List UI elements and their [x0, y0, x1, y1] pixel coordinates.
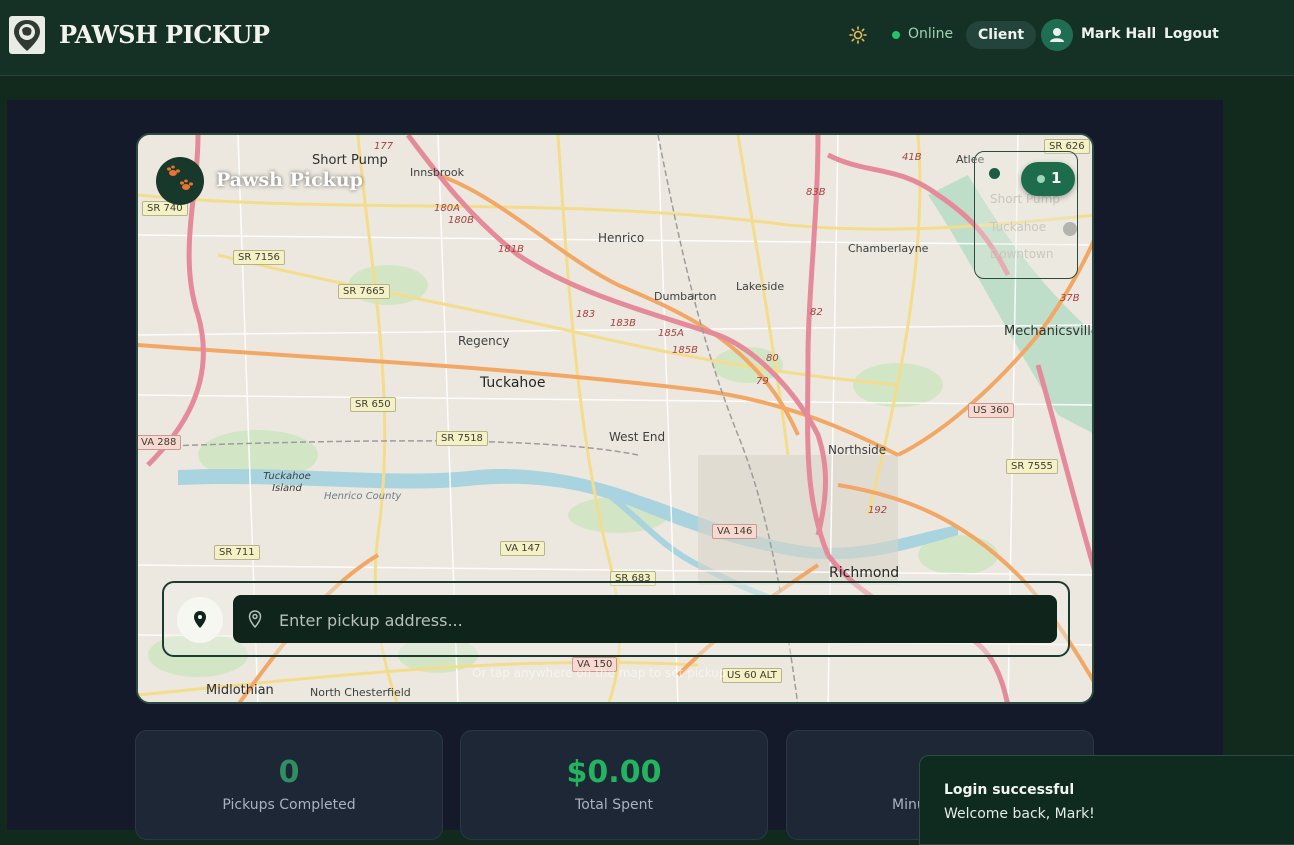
exit-label: 185A	[658, 328, 684, 339]
exit-label: 37B	[1060, 293, 1080, 304]
pickup-search-bar	[162, 581, 1070, 657]
exit-label: 183	[576, 309, 596, 320]
exit-label: 180B	[448, 215, 474, 226]
toast-title: Login successful	[944, 782, 1075, 798]
map-label-mechanicsville: Mechanicsville	[1004, 324, 1094, 339]
map-label-north-chesterfield: North Chesterfield	[310, 686, 411, 699]
map-label-chamberlayne: Chamberlayne	[848, 242, 929, 255]
map-label-northside: Northside	[828, 443, 887, 457]
road-shield: SR 650	[350, 397, 396, 412]
top-nav-bar: PAWSH PICKUP Online Client Mark Hall Log…	[0, 0, 1294, 76]
road-shield: VA 147	[500, 541, 546, 556]
driver-count: 1	[1051, 169, 1062, 187]
locate-button[interactable]	[177, 597, 223, 643]
stat-value: $0.00	[566, 755, 662, 790]
location-pin-icon	[248, 610, 262, 629]
stat-label: Total Spent	[575, 797, 653, 813]
paw-logo-icon	[156, 157, 204, 205]
zone-item-downtown[interactable]: Downtown	[990, 247, 1053, 261]
map-label-tuckahoe-island: Tuckahoe Island	[263, 471, 311, 494]
count-dot	[1037, 175, 1045, 183]
pickup-address-input[interactable]	[277, 595, 1041, 645]
road-shield: US 60 ALT	[722, 668, 782, 683]
road-shield: SR 7518	[436, 431, 488, 446]
user-avatar-icon[interactable]	[1041, 19, 1073, 51]
exit-label: 183B	[610, 318, 636, 329]
exit-label: 192	[868, 505, 888, 516]
zone-status-dot	[989, 168, 1000, 179]
road-shield: SR 711	[214, 545, 260, 560]
map-label-richmond: Richmond	[829, 565, 900, 581]
stat-value: 0	[278, 755, 300, 790]
zone-item-tuckahoe[interactable]: Tuckahoe	[990, 220, 1046, 234]
map-label-short-pump: Short Pump	[312, 153, 388, 168]
exit-label: 82	[810, 307, 823, 318]
driver-count-badge[interactable]: 1	[1021, 162, 1075, 196]
pickup-map[interactable]: Short Pump Innsbrook Henrico Dumbarton L…	[136, 133, 1094, 704]
map-label-henrico-county: Henrico County	[324, 491, 402, 502]
exit-label: 181B	[498, 244, 524, 255]
map-label-henrico: Henrico	[598, 231, 645, 245]
stat-label: Pickups Completed	[222, 797, 356, 813]
search-field[interactable]	[233, 595, 1057, 645]
map-brand-title: Pawsh Pickup	[216, 169, 363, 191]
map-tap-hint: Or tap anywhere on the map to set pickup	[472, 666, 727, 680]
online-status-label: Online	[908, 26, 954, 42]
exit-label: 80	[766, 353, 779, 364]
logo-icon[interactable]	[9, 16, 45, 54]
map-label-regency: Regency	[458, 334, 510, 348]
role-badge: Client	[966, 21, 1037, 49]
zone-marker-icon	[1063, 222, 1077, 236]
toast-message: Welcome back, Mark!	[944, 806, 1095, 822]
map-label-tuckahoe: Tuckahoe	[480, 375, 546, 391]
road-shield: SR 7156	[233, 250, 285, 265]
brand-title[interactable]: PAWSH PICKUP	[59, 20, 270, 49]
map-label-lakeside: Lakeside	[736, 280, 785, 293]
exit-label: 41B	[902, 152, 922, 163]
online-status-dot	[892, 31, 900, 39]
map-label-west-end: West End	[609, 430, 666, 444]
exit-label: 177	[374, 141, 394, 152]
road-shield: US 360	[968, 403, 1014, 418]
exit-label: 83B	[806, 187, 826, 198]
logout-button[interactable]: Logout	[1164, 26, 1219, 42]
exit-label: 79	[756, 376, 769, 387]
road-shield: VA 288	[138, 435, 182, 450]
stat-card-spent: $0.00 Total Spent	[460, 730, 768, 840]
user-name[interactable]: Mark Hall	[1081, 26, 1156, 42]
exit-label: 180A	[434, 203, 460, 214]
map-label-midlothian: Midlothian	[206, 683, 274, 698]
stat-card-pickups: 0 Pickups Completed	[135, 730, 443, 840]
theme-toggle-sun-icon[interactable]	[849, 26, 867, 44]
map-pin-icon	[194, 611, 206, 628]
road-shield: SR 7555	[1006, 459, 1058, 474]
exit-label: 185B	[672, 345, 698, 356]
road-shield: SR 7665	[338, 284, 390, 299]
login-toast[interactable]: Login successful Welcome back, Mark!	[919, 755, 1294, 845]
map-label-dumbarton: Dumbarton	[654, 290, 717, 303]
map-label-innsbrook: Innsbrook	[410, 166, 465, 179]
road-shield: VA 146	[712, 524, 758, 539]
